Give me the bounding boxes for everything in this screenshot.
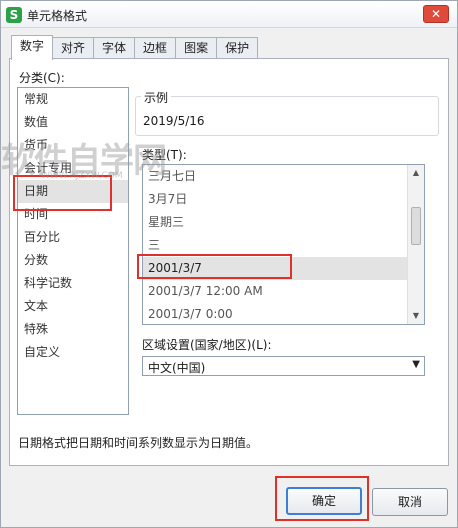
type-item[interactable]: 星期三 xyxy=(143,211,408,234)
category-item-scientific[interactable]: 科学记数 xyxy=(18,272,128,295)
close-button[interactable]: ✕ xyxy=(423,5,449,23)
tab-border[interactable]: 边框 xyxy=(134,37,177,59)
tab-alignment[interactable]: 对齐 xyxy=(52,37,95,59)
category-item-percentage[interactable]: 百分比 xyxy=(18,226,128,249)
type-item[interactable]: 三月七日 xyxy=(143,165,408,188)
type-item[interactable]: 2001/3/7 0:00 xyxy=(143,303,408,324)
title-bar[interactable]: S 单元格格式 ✕ xyxy=(1,1,457,28)
region-label: 区域设置(国家/地区)(L): xyxy=(142,338,272,352)
category-item-general[interactable]: 常规 xyxy=(18,88,128,111)
tab-number[interactable]: 数字 xyxy=(11,35,54,60)
sample-value: 2019/5/16 xyxy=(143,114,205,128)
category-item-special[interactable]: 特殊 xyxy=(18,318,128,341)
cancel-button[interactable]: 取消 xyxy=(372,488,448,516)
ok-highlight-box xyxy=(275,476,369,521)
wps-spreadsheet-icon: S xyxy=(6,7,22,23)
scroll-down-arrow-icon[interactable]: ▼ xyxy=(408,308,424,324)
scroll-up-arrow-icon[interactable]: ▲ xyxy=(408,165,424,181)
category-label: 分类(C): xyxy=(19,71,65,85)
category-item-number[interactable]: 数值 xyxy=(18,111,128,134)
category-item-text[interactable]: 文本 xyxy=(18,295,128,318)
category-item-custom[interactable]: 自定义 xyxy=(18,341,128,364)
sample-label: 示例 xyxy=(141,89,172,106)
type-item[interactable]: 3月7日 xyxy=(143,188,408,211)
type-list-scrollbar[interactable]: ▲ ▼ xyxy=(407,165,424,324)
tab-font[interactable]: 字体 xyxy=(93,37,136,59)
type-item[interactable]: 2001/3/7 12:00 AM xyxy=(143,280,408,303)
watermark-url: WWW.RJZXW.COM xyxy=(41,171,123,181)
format-description: 日期格式把日期和时间系列数显示为日期值。 xyxy=(18,436,259,450)
type-highlight-box xyxy=(137,254,292,279)
window-title: 单元格格式 xyxy=(27,9,88,23)
region-value: 中文(中国) xyxy=(148,361,206,375)
chevron-down-icon[interactable]: ▼ xyxy=(412,359,420,370)
category-item-fraction[interactable]: 分数 xyxy=(18,249,128,272)
region-select[interactable]: 中文(中国) ▼ xyxy=(142,356,425,376)
tab-pattern[interactable]: 图案 xyxy=(175,37,218,59)
tab-protection[interactable]: 保护 xyxy=(216,37,259,59)
scroll-thumb[interactable] xyxy=(411,207,421,245)
format-cells-dialog: S 单元格格式 ✕ 数字 对齐 字体 边框 图案 保护 分类(C): 常规 数值… xyxy=(0,0,458,528)
close-icon: ✕ xyxy=(430,7,442,21)
type-list[interactable]: 三月七日 3月7日 星期三 三 2001/3/7 2001/3/7 12:00 … xyxy=(142,164,425,325)
tab-strip: 数字 对齐 字体 边框 图案 保护 xyxy=(11,35,259,60)
